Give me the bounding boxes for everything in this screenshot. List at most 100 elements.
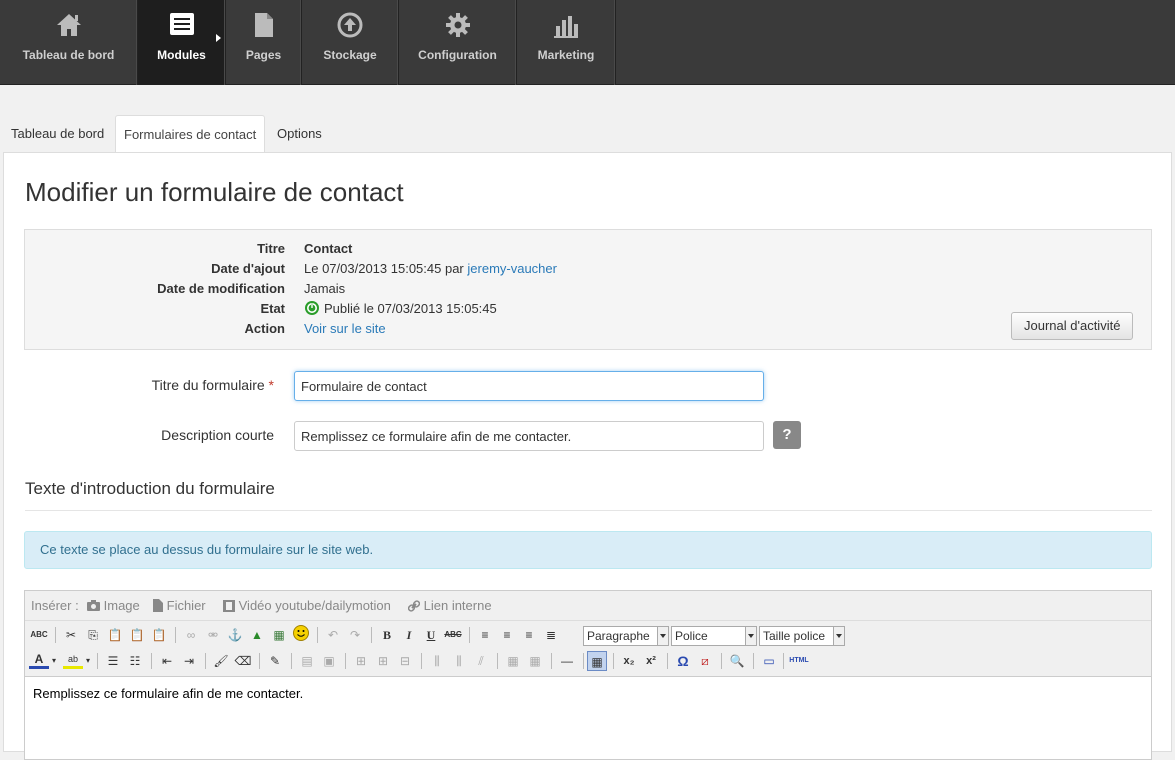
smiley-icon[interactable]: [291, 625, 311, 645]
toolbar-separator: [317, 627, 318, 643]
toolbar-separator: [259, 653, 260, 669]
help-button[interactable]: ?: [773, 421, 801, 449]
chevron-down-icon: [745, 627, 756, 645]
tab-contact-forms[interactable]: Formulaires de contact: [115, 115, 266, 154]
paste-text-icon[interactable]: 📋: [127, 625, 147, 645]
redo-icon[interactable]: ↷: [345, 625, 365, 645]
chevron-down-icon: [657, 627, 668, 645]
copy-icon[interactable]: ⎘: [83, 625, 103, 645]
delete-col-icon[interactable]: ⫽: [471, 651, 491, 671]
toolbar-separator: [97, 653, 98, 669]
chevron-down-icon[interactable]: ▾: [83, 651, 93, 671]
highlight-color-icon[interactable]: ab: [63, 651, 83, 669]
file-icon: [153, 599, 163, 612]
insert-image-button[interactable]: Image: [87, 591, 140, 621]
insert-video-button[interactable]: Vidéo youtube/dailymotion: [223, 591, 391, 621]
anchor-icon[interactable]: ⚓: [225, 625, 245, 645]
align-right-icon[interactable]: ≡: [519, 625, 539, 645]
split-cells-icon[interactable]: ▦: [503, 651, 523, 671]
view-on-site-link[interactable]: Voir sur le site: [304, 321, 386, 336]
align-center-icon[interactable]: ≡: [497, 625, 517, 645]
indent-icon[interactable]: ⇥: [179, 651, 199, 671]
info-value: Jamais: [304, 281, 346, 296]
subscript-icon[interactable]: x₂: [619, 651, 639, 671]
info-key: Etat: [260, 301, 285, 316]
author-link[interactable]: jeremy-vaucher: [467, 261, 557, 276]
outdent-icon[interactable]: ⇤: [157, 651, 177, 671]
remove-format-icon[interactable]: ⌫: [233, 651, 253, 671]
insert-file-button[interactable]: Fichier: [153, 591, 206, 621]
format-select[interactable]: Paragraphe: [583, 626, 669, 646]
row-before-icon[interactable]: ⊞: [351, 651, 371, 671]
font-select[interactable]: Police: [671, 626, 757, 646]
nav-item-label: Pages: [245, 48, 282, 62]
spellcheck-icon[interactable]: ABC: [29, 625, 49, 645]
insert-image-label: Image: [103, 598, 140, 613]
col-before-icon[interactable]: ⫼: [427, 651, 447, 671]
font-size-select-value: Taille police: [763, 629, 826, 643]
intro-section-title: Texte d'introduction du formulaire: [25, 479, 1152, 511]
row-after-icon[interactable]: ⊞: [373, 651, 393, 671]
media-icon[interactable]: ▦: [269, 625, 289, 645]
text-color-icon[interactable]: A: [29, 651, 49, 669]
info-value: Voir sur le site: [304, 319, 386, 339]
paste-icon[interactable]: 📋: [105, 625, 125, 645]
paste-word-icon[interactable]: 📋: [149, 625, 169, 645]
col-after-icon[interactable]: ⫼: [449, 651, 469, 671]
undo-icon[interactable]: ↶: [323, 625, 343, 645]
tab-dashboard[interactable]: Tableau de bord: [3, 115, 112, 153]
fullscreen-icon[interactable]: ▭: [759, 651, 779, 671]
nav-item-pages[interactable]: Pages: [226, 0, 302, 85]
italic-icon[interactable]: I: [399, 625, 419, 645]
nav-item-configuration[interactable]: Configuration: [399, 0, 517, 85]
tab-options[interactable]: Options: [269, 115, 330, 153]
format-select-value: Paragraphe: [587, 629, 650, 643]
nav-item-modules[interactable]: Modules: [138, 0, 226, 85]
nav-item-dashboard[interactable]: Tableau de bord: [0, 0, 138, 85]
info-value: Contact: [304, 241, 353, 256]
link-icon: [407, 600, 421, 612]
visual-aid-icon[interactable]: ▦: [587, 651, 607, 671]
caret-right-icon: [216, 34, 221, 42]
toolbar-separator: [371, 627, 372, 643]
numbered-list-icon[interactable]: ☷: [125, 651, 145, 671]
chevron-down-icon[interactable]: ▾: [49, 651, 59, 671]
page-title: Modifier un formulaire de contact: [25, 177, 404, 207]
align-left-icon[interactable]: ≡: [475, 625, 495, 645]
toolbar-separator: [421, 653, 422, 669]
html-source-icon[interactable]: HTML: [787, 651, 811, 671]
unlink-icon[interactable]: ⚮: [203, 625, 223, 645]
form-title-label-text: Titre du formulaire: [151, 377, 265, 393]
underline-icon[interactable]: U: [421, 625, 441, 645]
horizontal-rule-icon[interactable]: —: [557, 651, 577, 671]
added-date: Le 07/03/2013 15:05:45 par: [304, 261, 464, 276]
activity-log-button[interactable]: Journal d'activité: [1011, 312, 1134, 340]
cut-icon[interactable]: ✂: [61, 625, 81, 645]
editor-content[interactable]: Remplissez ce formulaire afin de me cont…: [33, 686, 303, 701]
nav-item-stockage[interactable]: Stockage: [302, 0, 399, 85]
delete-row-icon[interactable]: ⊟: [395, 651, 415, 671]
merge-cells-icon[interactable]: ▦: [525, 651, 545, 671]
nav-item-marketing[interactable]: Marketing: [517, 0, 616, 85]
superscript-icon[interactable]: x²: [641, 651, 661, 671]
bullet-list-icon[interactable]: ☰: [103, 651, 123, 671]
strikethrough-icon[interactable]: ABC: [443, 625, 463, 645]
search-replace-icon[interactable]: 🔍: [727, 651, 747, 671]
short-description-label: Description courte: [161, 427, 274, 443]
link-icon[interactable]: ∞: [181, 625, 201, 645]
short-description-input[interactable]: [294, 421, 764, 451]
form-title-input[interactable]: [294, 371, 764, 401]
clean-up-icon[interactable]: 🖌: [211, 651, 231, 671]
table-row-props-icon[interactable]: ▤: [297, 651, 317, 671]
special-char-icon[interactable]: Ω: [673, 651, 693, 671]
media-embed-icon[interactable]: ⧄: [695, 651, 715, 671]
image-icon[interactable]: ▲: [247, 625, 267, 645]
insert-internal-link-button[interactable]: Lien interne: [407, 591, 492, 621]
table-cell-props-icon[interactable]: ▣: [319, 651, 339, 671]
edit-source-icon[interactable]: ✎: [265, 651, 285, 671]
toolbar-separator: [667, 653, 668, 669]
align-justify-icon[interactable]: ≣: [541, 625, 561, 645]
bold-icon[interactable]: B: [377, 625, 397, 645]
rich-text-editor: Insérer : Image Fichier Vidéo youtube/da…: [24, 590, 1152, 760]
font-size-select[interactable]: Taille police: [759, 626, 845, 646]
